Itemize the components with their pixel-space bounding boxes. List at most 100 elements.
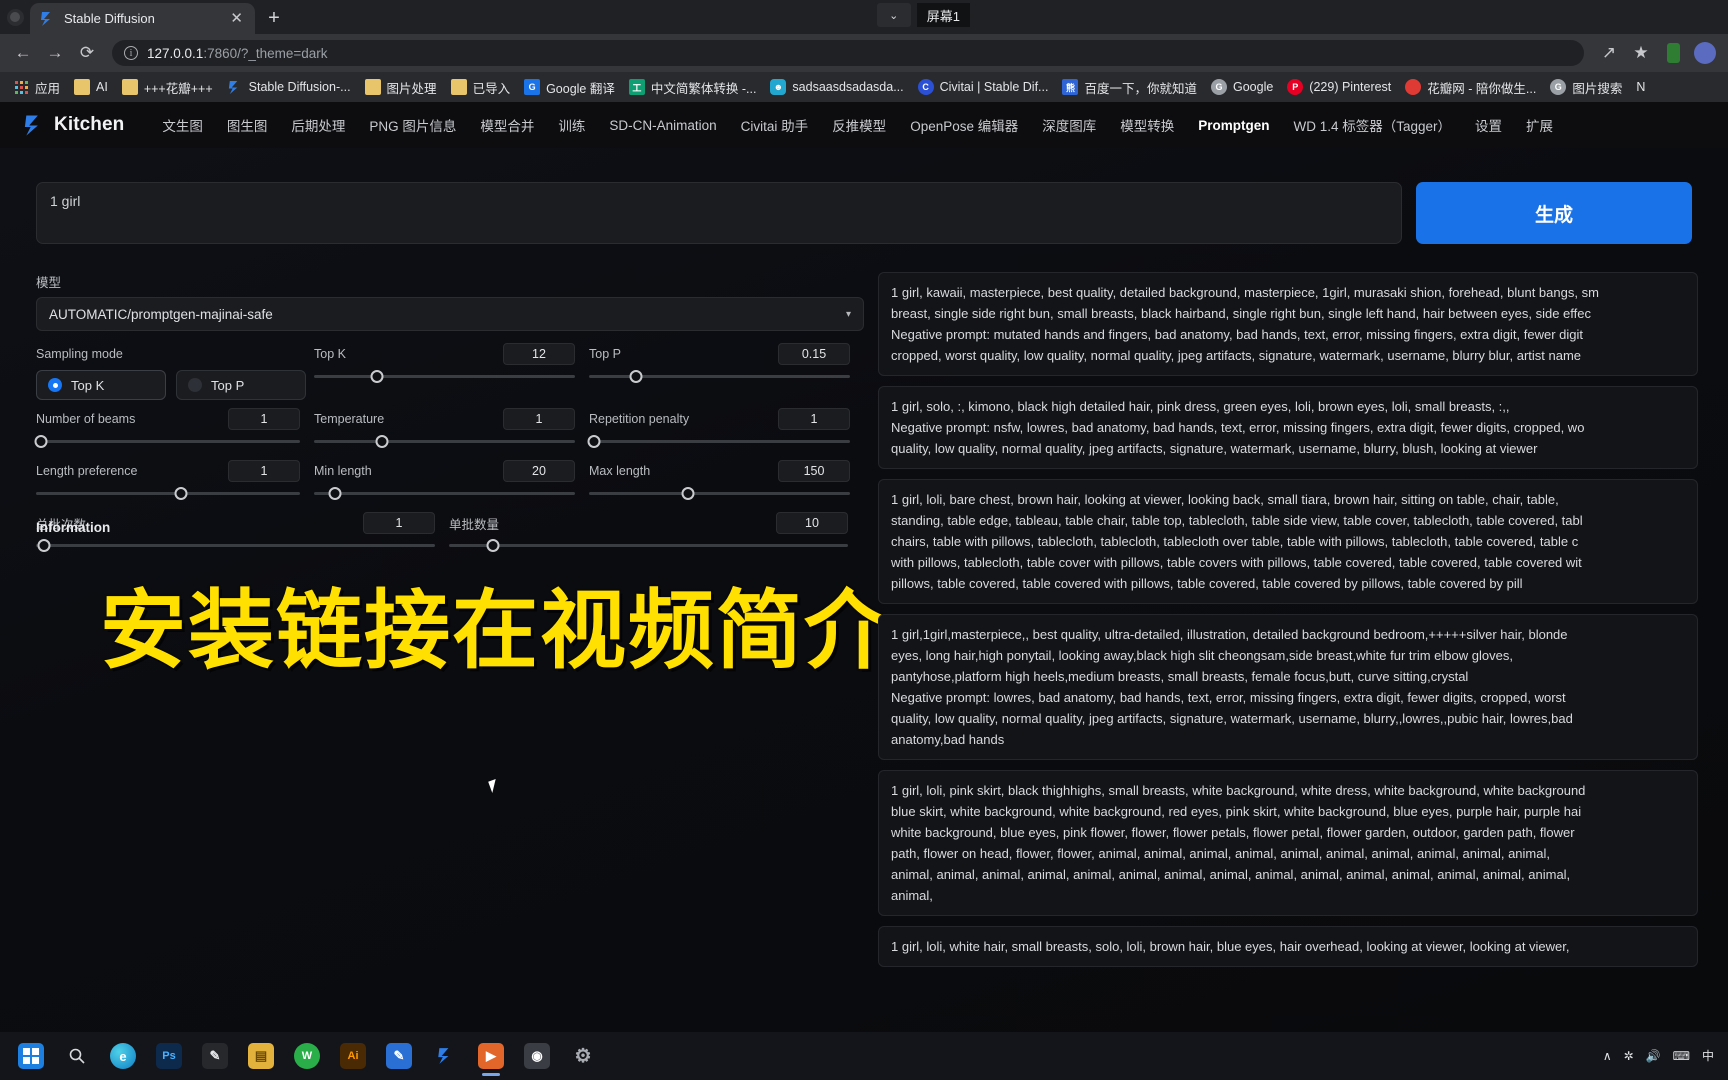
- taskbar-illustrator-app[interactable]: Ai: [330, 1034, 376, 1078]
- extension-icon[interactable]: [1658, 38, 1688, 68]
- taskbar-start-button[interactable]: [8, 1034, 54, 1078]
- bookmark-item[interactable]: C Civitai | Stable Dif...: [911, 76, 1056, 98]
- output-card[interactable]: 1 girl, loli, pink skirt, black thighhig…: [878, 770, 1698, 916]
- bookmark-item[interactable]: 工 中文简繁体转换 -...: [622, 75, 764, 100]
- tray-keyboard-icon[interactable]: ⌨: [1673, 1050, 1690, 1062]
- taskbar-edge-browser[interactable]: e: [100, 1034, 146, 1078]
- bookmark-item[interactable]: 熊 百度一下，你就知道: [1055, 75, 1204, 100]
- param-slider[interactable]: [589, 482, 850, 504]
- output-line: anatomy,bad hands: [891, 732, 1005, 747]
- bookmark-item[interactable]: AI: [67, 76, 115, 98]
- nav-tab-extensions[interactable]: 扩展: [1514, 115, 1565, 135]
- close-icon[interactable]: ✕: [227, 11, 246, 26]
- param-value[interactable]: 1: [228, 460, 300, 482]
- param-value[interactable]: 1: [778, 408, 850, 430]
- share-icon[interactable]: ↗: [1594, 38, 1624, 68]
- param-value[interactable]: 1: [363, 512, 435, 534]
- param-slider[interactable]: [34, 430, 300, 452]
- output-card[interactable]: 1 girl, solo, :, kimono, black high deta…: [878, 386, 1698, 469]
- nav-tab-checkpoint-merger[interactable]: 模型合并: [468, 115, 546, 135]
- generate-button[interactable]: 生成: [1416, 182, 1692, 244]
- taskbar-screenshot-app[interactable]: ◉: [514, 1034, 560, 1078]
- nav-tab-civitai-helper[interactable]: Civitai 助手: [729, 115, 821, 135]
- bookmark-item[interactable]: +++花瓣+++: [115, 75, 220, 100]
- bookmark-item[interactable]: 应用: [6, 75, 67, 100]
- nav-tab-tagger[interactable]: WD 1.4 标签器（Tagger）: [1282, 115, 1464, 135]
- taskbar-orange-app[interactable]: ▶: [468, 1034, 514, 1078]
- taskbar-search-button[interactable]: [54, 1034, 100, 1078]
- radio-top-p[interactable]: Top P: [176, 370, 306, 400]
- output-card[interactable]: 1 girl, kawaii, masterpiece, best qualit…: [878, 272, 1698, 376]
- nav-tab-pnginfo[interactable]: PNG 图片信息: [357, 115, 468, 135]
- param-value[interactable]: 0.15: [778, 343, 850, 365]
- nav-tab-txt2img[interactable]: 文生图: [150, 115, 215, 135]
- tray-ime-indicator[interactable]: 中: [1702, 1050, 1714, 1062]
- chevron-down-icon[interactable]: ⌄: [876, 3, 911, 27]
- taskbar-wechat-app[interactable]: W: [284, 1034, 330, 1078]
- bookmark-item[interactable]: ☻ sadsaasdsadasda...: [763, 76, 910, 98]
- bookmark-item[interactable]: 已导入: [444, 75, 518, 100]
- avatar[interactable]: [1690, 38, 1720, 68]
- param-value[interactable]: 12: [503, 343, 575, 365]
- output-card[interactable]: 1 girl, loli, white hair, small breasts,…: [878, 926, 1698, 967]
- model-select[interactable]: AUTOMATIC/promptgen-majinai-safe ▾: [36, 297, 864, 331]
- browser-tab[interactable]: Stable Diffusion ✕: [30, 3, 255, 34]
- param-value[interactable]: 1: [228, 408, 300, 430]
- param-slider[interactable]: [314, 430, 575, 452]
- bookmark-item[interactable]: G 图片搜索: [1543, 75, 1629, 100]
- taskbar-photoshop-app[interactable]: Ps: [146, 1034, 192, 1078]
- param-slider[interactable]: [449, 534, 848, 556]
- forward-button[interactable]: →: [40, 38, 70, 68]
- bookmark-item[interactable]: G Google 翻译: [517, 75, 622, 100]
- output-line: cropped, worst quality, low quality, nor…: [891, 348, 1582, 363]
- param-slider[interactable]: [587, 430, 850, 452]
- back-button[interactable]: ←: [8, 38, 38, 68]
- bookmark-item[interactable]: 花瓣网 - 陪你做生...: [1398, 75, 1543, 100]
- nav-tab-img2img[interactable]: 图生图: [215, 115, 280, 135]
- new-tab-button[interactable]: +: [259, 3, 289, 33]
- taskbar-pen-tool-app[interactable]: ✎: [192, 1034, 238, 1078]
- bookmark-label: Google 翻译: [546, 81, 615, 96]
- param-value[interactable]: 20: [503, 460, 575, 482]
- param-slider[interactable]: [589, 365, 850, 387]
- tray-volume-icon[interactable]: 🔊: [1646, 1050, 1661, 1062]
- nav-tab-model-converter[interactable]: 模型转换: [1108, 115, 1186, 135]
- taskbar-notes-app[interactable]: ✎: [376, 1034, 422, 1078]
- param-value[interactable]: 1: [503, 408, 575, 430]
- param-slider[interactable]: [36, 482, 300, 504]
- nav-tab-train[interactable]: 训练: [546, 115, 597, 135]
- nav-tab-settings[interactable]: 设置: [1463, 115, 1514, 135]
- bookmark-item[interactable]: Stable Diffusion-...: [220, 76, 358, 98]
- nav-tab-interrogate[interactable]: 反推模型: [820, 115, 898, 135]
- nav-tab-extras[interactable]: 后期处理: [279, 115, 357, 135]
- param-value[interactable]: 150: [778, 460, 850, 482]
- radio-top-k[interactable]: Top K: [36, 370, 166, 400]
- screen-selector[interactable]: ⌄ 屏幕1: [876, 2, 970, 28]
- bookmark-item[interactable]: 图片处理: [358, 75, 444, 100]
- bookmark-item[interactable]: N: [1629, 77, 1652, 97]
- site-info-icon[interactable]: i: [124, 46, 138, 60]
- taskbar-settings-app[interactable]: ⚙: [560, 1034, 606, 1078]
- tray-bluetooth-icon[interactable]: ✲: [1624, 1050, 1634, 1062]
- nav-tab-openpose-editor[interactable]: OpenPose 编辑器: [898, 115, 1030, 135]
- param-slider[interactable]: [36, 534, 435, 556]
- output-card[interactable]: 1 girl, loli, bare chest, brown hair, lo…: [878, 479, 1698, 604]
- nav-tab-promptgen[interactable]: Promptgen: [1186, 118, 1281, 133]
- bookmark-label: Stable Diffusion-...: [248, 80, 351, 94]
- tray-chevron-up-icon[interactable]: ∧: [1603, 1050, 1612, 1062]
- nav-tab-sd-cn-animation[interactable]: SD-CN-Animation: [597, 118, 728, 133]
- bookmark-item[interactable]: P (229) Pinterest: [1280, 76, 1398, 98]
- reload-button[interactable]: ⟳: [72, 38, 102, 68]
- param-value[interactable]: 10: [776, 512, 848, 534]
- bookmark-item[interactable]: G Google: [1204, 76, 1280, 98]
- bookmark-star-icon[interactable]: ★: [1626, 38, 1656, 68]
- radio-unselected-icon: [188, 378, 202, 392]
- taskbar-stable-diffusion-app[interactable]: [422, 1034, 468, 1078]
- param-slider[interactable]: [314, 482, 575, 504]
- address-bar[interactable]: i 127.0.0.1:7860/?_theme=dark: [112, 40, 1584, 66]
- nav-tab-depth-library[interactable]: 深度图库: [1030, 115, 1108, 135]
- param-slider[interactable]: [314, 365, 575, 387]
- taskbar-file-explorer[interactable]: ▤: [238, 1034, 284, 1078]
- output-card[interactable]: 1 girl,1girl,masterpiece,, best quality,…: [878, 614, 1698, 760]
- prompt-input[interactable]: 1 girl: [36, 182, 1402, 244]
